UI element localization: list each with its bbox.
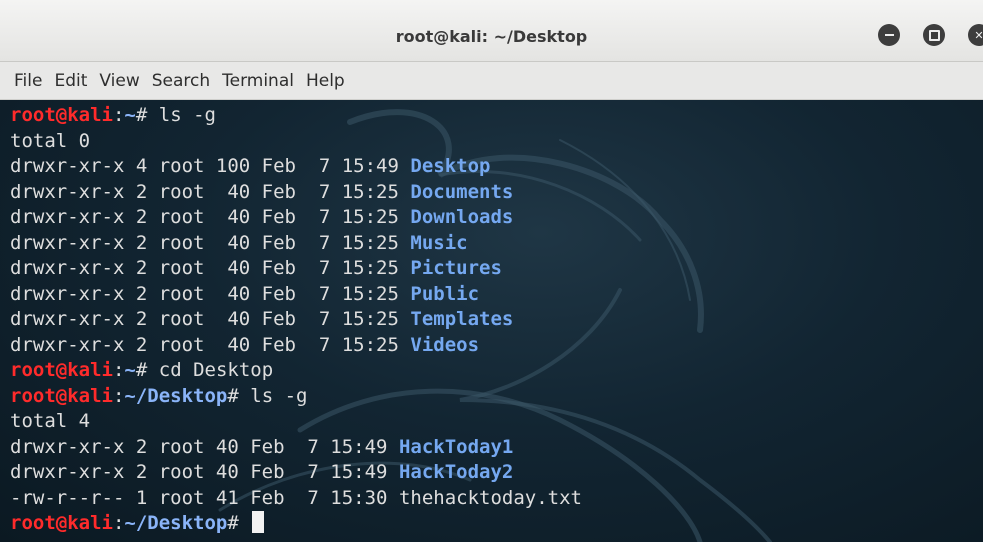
prompt-path: ~/Desktop xyxy=(124,512,228,534)
directory-name: HackToday1 xyxy=(398,435,514,458)
prompt-line: root@kali:~/Desktop# ls -g xyxy=(10,384,582,410)
directory-name: Desktop xyxy=(410,155,491,177)
directory-name: Pictures xyxy=(410,257,502,279)
command-text: cd Desktop xyxy=(158,359,274,381)
entry-meta: drwxr-xr-x 2 root 40 Feb 7 15:49 xyxy=(10,435,399,458)
listing-entry: drwxr-xr-x 2 root 40 Feb 7 15:25 Videos xyxy=(10,333,582,359)
listing-entry: drwxr-xr-x 2 root 40 Feb 7 15:25 Picture… xyxy=(10,256,582,282)
prompt-symbol: # xyxy=(135,359,159,381)
entry-meta: drwxr-xr-x 2 root 40 Feb 7 15:25 xyxy=(10,333,411,356)
listing-entry: drwxr-xr-x 2 root 40 Feb 7 15:25 Public xyxy=(10,282,582,308)
listing-entry: drwxr-xr-x 2 root 40 Feb 7 15:49 HackTod… xyxy=(10,435,582,461)
title-bar[interactable]: root@kali: ~/Desktop xyxy=(0,0,983,62)
entry-meta: drwxr-xr-x 2 root 40 Feb 7 15:25 xyxy=(10,206,411,228)
file-name: thehacktoday.txt xyxy=(398,486,582,509)
prompt-line: root@kali:~# ls -g xyxy=(10,103,582,129)
directory-name: Documents xyxy=(410,180,514,203)
listing-entry: drwxr-xr-x 2 root 40 Feb 7 15:25 Templat… xyxy=(10,307,582,333)
menu-edit[interactable]: Edit xyxy=(48,69,93,93)
prompt-symbol: # xyxy=(227,512,251,534)
prompt-path: ~ xyxy=(124,359,136,381)
listing-entry: -rw-r--r-- 1 root 41 Feb 7 15:30 thehack… xyxy=(10,486,582,512)
entry-meta: drwxr-xr-x 2 root 40 Feb 7 15:25 xyxy=(10,282,411,305)
menu-help[interactable]: Help xyxy=(300,69,351,93)
directory-name: Videos xyxy=(410,333,480,356)
entry-meta: -rw-r--r-- 1 root 41 Feb 7 15:30 xyxy=(10,486,399,509)
prompt-line: root@kali:~/Desktop# xyxy=(10,511,582,537)
prompt-user: root@kali xyxy=(10,359,113,381)
terminal-output[interactable]: root@kali:~# ls -g total 0 drwxr-xr-x 4 ro… xyxy=(10,103,582,537)
listing-entry: drwxr-xr-x 4 root 100 Feb 7 15:49 Deskto… xyxy=(10,154,582,180)
menu-view[interactable]: View xyxy=(93,69,145,93)
command-text: ls -g xyxy=(158,104,216,126)
prompt-symbol: # xyxy=(227,384,251,407)
prompt-line: root@kali:~# cd Desktop xyxy=(10,358,582,384)
directory-name: Downloads xyxy=(410,206,514,228)
menu-file[interactable]: File xyxy=(8,69,48,93)
entry-meta: drwxr-xr-x 2 root 40 Feb 7 15:49 xyxy=(10,461,399,483)
terminal-area[interactable]: root@kali:~# ls -g total 0 drwxr-xr-x 4 ro… xyxy=(0,100,983,542)
text-cursor xyxy=(252,511,265,533)
menu-terminal[interactable]: Terminal xyxy=(216,69,300,93)
prompt-separator: : xyxy=(112,359,125,381)
output-text: total 4 xyxy=(10,410,91,432)
directory-name: HackToday2 xyxy=(398,461,514,483)
prompt-user: root@kali xyxy=(10,512,113,534)
prompt-separator: : xyxy=(112,384,125,407)
maximize-button[interactable] xyxy=(923,24,945,46)
entry-meta: drwxr-xr-x 2 root 40 Feb 7 15:25 xyxy=(10,308,411,330)
listing-entry: drwxr-xr-x 2 root 40 Feb 7 15:25 Documen… xyxy=(10,180,582,206)
menu-search[interactable]: Search xyxy=(146,69,216,93)
prompt-path: ~/Desktop xyxy=(124,384,228,407)
entry-meta: drwxr-xr-x 2 root 40 Feb 7 15:25 xyxy=(10,180,411,203)
output-line: total 4 xyxy=(10,409,582,435)
prompt-path: ~ xyxy=(124,104,136,126)
output-line: total 0 xyxy=(10,129,582,155)
output-text: total 0 xyxy=(10,129,91,152)
prompt-separator: : xyxy=(112,104,125,126)
menu-bar: File Edit View Search Terminal Help xyxy=(0,62,983,100)
directory-name: Music xyxy=(410,231,468,254)
prompt-user: root@kali xyxy=(10,384,113,407)
directory-name: Templates xyxy=(410,308,514,330)
listing-entry: drwxr-xr-x 2 root 40 Feb 7 15:25 Music xyxy=(10,231,582,257)
prompt-user: root@kali xyxy=(10,104,113,126)
terminal-window: root@kali: ~/Desktop File Edit View Sear… xyxy=(0,0,983,542)
minimize-button[interactable] xyxy=(878,24,900,46)
entry-meta: drwxr-xr-x 2 root 40 Feb 7 15:25 xyxy=(10,257,411,279)
close-button[interactable] xyxy=(968,24,983,46)
prompt-symbol: # xyxy=(135,104,159,126)
entry-meta: drwxr-xr-x 2 root 40 Feb 7 15:25 xyxy=(10,231,411,254)
window-title: root@kali: ~/Desktop xyxy=(395,27,588,46)
entry-meta: drwxr-xr-x 4 root 100 Feb 7 15:49 xyxy=(10,155,411,177)
prompt-separator: : xyxy=(112,512,125,534)
listing-entry: drwxr-xr-x 2 root 40 Feb 7 15:25 Downloa… xyxy=(10,205,582,231)
command-text: ls -g xyxy=(250,384,308,407)
directory-name: Public xyxy=(410,282,480,305)
listing-entry: drwxr-xr-x 2 root 40 Feb 7 15:49 HackTod… xyxy=(10,460,582,486)
